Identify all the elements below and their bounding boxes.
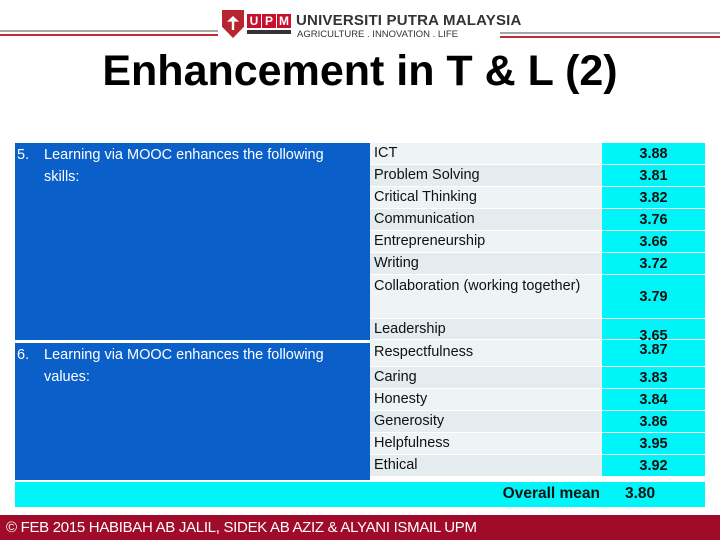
header-line-red-left	[0, 34, 218, 36]
table-row-label: Collaboration (working together)	[370, 275, 602, 319]
header-line-gray-left	[0, 30, 218, 32]
table-row-value: 3.79	[602, 275, 705, 319]
section-skills: 5. Learning via MOOC enhances the follow…	[15, 143, 370, 340]
table-row-value: 3.83	[602, 367, 705, 389]
value-column: 3.88 3.81 3.82 3.76 3.66 3.72 3.79 3.65 …	[602, 143, 705, 477]
table-row-value: 3.86	[602, 411, 705, 433]
section-text: Learning via MOOC enhances the following…	[44, 347, 324, 385]
page-title: Enhancement in T & L (2)	[102, 47, 618, 95]
table-row-value: 3.65	[602, 319, 705, 344]
header-line-red-right	[500, 36, 720, 38]
table-row-label: ICT	[370, 143, 602, 165]
logo-letter: P	[262, 14, 276, 28]
overall-mean-value: 3.80	[625, 485, 656, 502]
upm-letters: U P M	[247, 14, 291, 28]
university-tagline: AGRICULTURE . INNOVATION . LIFE	[297, 29, 458, 40]
section-text: Learning via MOOC enhances the following…	[44, 147, 324, 185]
table-row-label: Critical Thinking	[370, 187, 602, 209]
table-row-label: Generosity	[370, 411, 602, 433]
table-row-value: 3.84	[602, 389, 705, 411]
table-row-value: 3.72	[602, 253, 705, 275]
table-row-value: 3.82	[602, 187, 705, 209]
table-row-label: Leadership	[370, 319, 602, 340]
section-number: 5.	[17, 147, 30, 163]
table-row-label: Helpfulness	[370, 433, 602, 455]
table-row-value: 3.76	[602, 209, 705, 231]
table-row-label: Communication	[370, 209, 602, 231]
header-line-gray-right	[500, 32, 720, 34]
section-number: 6.	[17, 347, 30, 363]
table-row-value: 3.87	[602, 340, 705, 367]
table-row-label: Ethical	[370, 455, 602, 477]
table-row-value: 3.92	[602, 455, 705, 477]
logo-subtitle-bar	[247, 30, 291, 34]
logo-letter: U	[247, 14, 261, 28]
upm-crest-icon	[222, 10, 244, 38]
table-row-value: 3.95	[602, 433, 705, 455]
section-values: 6. Learning via MOOC enhances the follow…	[15, 343, 370, 480]
copyright-text: © FEB 2015 HABIBAH AB JALIL, SIDEK AB AZ…	[6, 519, 477, 536]
item-label-column: ICT Problem Solving Critical Thinking Co…	[370, 143, 602, 477]
table-row-value: 3.66	[602, 231, 705, 253]
table-row-label: Honesty	[370, 389, 602, 411]
table-row-value: 3.88	[602, 143, 705, 165]
table-row-value: 3.81	[602, 165, 705, 187]
table-row-label: Caring	[370, 367, 602, 389]
table-row-label: Writing	[370, 253, 602, 275]
overall-mean-row: Overall mean 3.80	[15, 482, 705, 507]
upm-logo: U P M	[222, 10, 292, 38]
overall-mean-label: Overall mean	[502, 485, 600, 502]
footer-bar: © FEB 2015 HABIBAH AB JALIL, SIDEK AB AZ…	[0, 515, 720, 540]
logo-letter: M	[277, 14, 291, 28]
table-row-label: Problem Solving	[370, 165, 602, 187]
table-row-label: Respectfulness	[370, 340, 602, 367]
university-name: UNIVERSITI PUTRA MALAYSIA	[296, 12, 522, 29]
table-row-label: Entrepreneurship	[370, 231, 602, 253]
